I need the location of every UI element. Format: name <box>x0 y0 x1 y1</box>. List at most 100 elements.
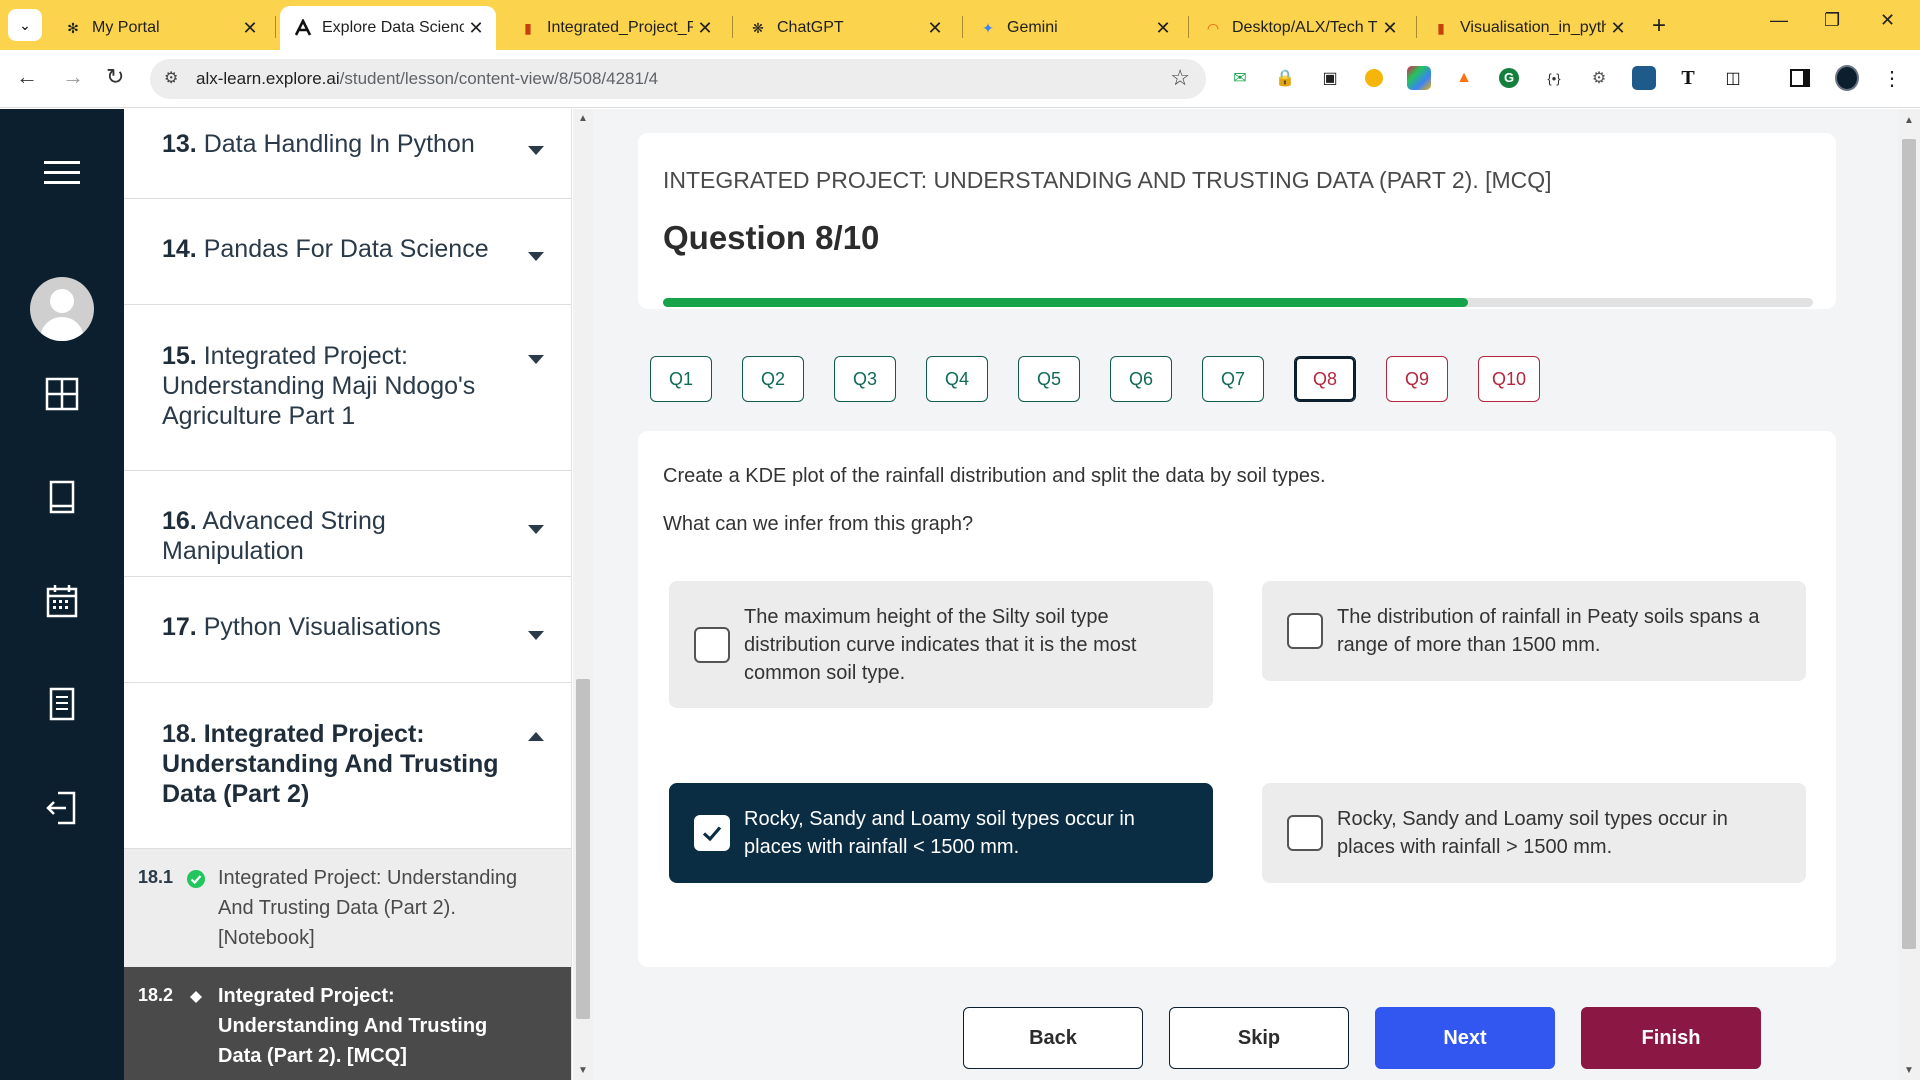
lesson-title: Integrated Project: Understanding And Tr… <box>218 985 488 1067</box>
module-17[interactable]: 17. Python Visualisations <box>124 577 571 683</box>
mail-extension-icon[interactable]: ✉ <box>1228 66 1252 90</box>
lesson-18-2[interactable]: 18.2 Integrated Project: Understanding A… <box>124 967 571 1080</box>
portal-icon: ✻ <box>67 19 79 36</box>
chevron-down-icon[interactable] <box>528 631 544 640</box>
bookmark-star-icon[interactable]: ☆ <box>1170 65 1190 91</box>
close-icon[interactable]: ✕ <box>1606 18 1630 39</box>
bug-extension-icon[interactable]: ⚙ <box>1587 66 1611 90</box>
close-icon[interactable]: ✕ <box>923 18 947 39</box>
reload-icon[interactable]: ↻ <box>106 64 124 90</box>
checkbox-checked[interactable] <box>694 815 730 851</box>
answer-option-2[interactable]: The distribution of rainfall in Peaty so… <box>1262 581 1806 681</box>
answer-option-4[interactable]: Rocky, Sandy and Loamy soil types occur … <box>1262 783 1806 883</box>
calendar-icon[interactable] <box>44 583 80 619</box>
back-button[interactable]: Back <box>963 1007 1143 1069</box>
question-nav-q9[interactable]: Q9 <box>1386 356 1448 402</box>
answer-option-1[interactable]: The maximum height of the Silty soil typ… <box>669 581 1213 708</box>
restore-icon[interactable]: ❐ <box>1824 10 1840 31</box>
module-title: 13. Data Handling In Python <box>162 130 475 158</box>
outline-scrollbar[interactable]: ▲ ▼ <box>573 109 593 1080</box>
question-nav-q5[interactable]: Q5 <box>1018 356 1080 402</box>
module-16[interactable]: 16. Advanced String Manipulation <box>124 471 571 577</box>
puzzle-extensions-icon[interactable]: ◫ <box>1721 66 1745 90</box>
lesson-number: 18.1 <box>138 867 174 887</box>
question-nav-q7[interactable]: Q7 <box>1202 356 1264 402</box>
question-nav-q1[interactable]: Q1 <box>650 356 712 402</box>
fox-extension-icon[interactable]: ▲ <box>1452 66 1476 90</box>
chevron-down-icon[interactable] <box>528 355 544 364</box>
close-icon[interactable]: ✕ <box>238 18 262 39</box>
new-tab-plus-icon[interactable]: + <box>1652 12 1666 40</box>
picture-in-picture-icon[interactable]: ▣ <box>1318 66 1342 90</box>
tab-gemini[interactable]: ✦ Gemini ✕ <box>965 6 1183 50</box>
question-nav-q2[interactable]: Q2 <box>742 356 804 402</box>
scrollbar-thumb[interactable] <box>1902 139 1916 949</box>
scroll-up-arrow-icon[interactable]: ▲ <box>1904 115 1914 126</box>
question-nav-q3[interactable]: Q3 <box>834 356 896 402</box>
module-13[interactable]: 13. Data Handling In Python <box>124 109 571 199</box>
checkbox[interactable] <box>1287 815 1323 851</box>
back-arrow-icon[interactable]: ← <box>16 64 38 90</box>
tab-my-portal[interactable]: ✻ My Portal ✕ <box>50 6 270 50</box>
circle-extension-icon[interactable] <box>1362 66 1386 90</box>
scroll-up-arrow-icon[interactable]: ▲ <box>578 113 588 124</box>
tab-search-button[interactable]: ⌄ <box>8 9 42 41</box>
chevron-down-icon[interactable] <box>528 146 544 155</box>
next-button[interactable]: Next <box>1375 1007 1555 1069</box>
checkbox[interactable] <box>694 627 730 663</box>
question-nav-q4[interactable]: Q4 <box>926 356 988 402</box>
user-avatar[interactable] <box>30 277 94 341</box>
finish-button[interactable]: Finish <box>1581 1007 1761 1069</box>
tab-explore-data-science[interactable]: Explore Data Science ✕ <box>280 6 496 50</box>
scroll-down-arrow-icon[interactable]: ▼ <box>1904 1065 1914 1076</box>
skip-button[interactable]: Skip <box>1169 1007 1349 1069</box>
tab-integrated-project[interactable]: ▮ Integrated_Project_P ✕ <box>505 6 725 50</box>
tab-chatgpt[interactable]: ❋ ChatGPT ✕ <box>735 6 955 50</box>
close-icon[interactable]: ✕ <box>464 18 488 39</box>
page-scrollbar[interactable]: ▲ ▼ <box>1898 109 1920 1080</box>
logout-icon[interactable] <box>44 790 80 826</box>
code-extension-icon[interactable]: {•} <box>1542 66 1566 90</box>
module-14[interactable]: 14. Pandas For Data Science <box>124 199 571 305</box>
window-close-icon[interactable]: ✕ <box>1880 10 1895 31</box>
text-extension-icon[interactable]: T <box>1676 66 1700 90</box>
scroll-down-arrow-icon[interactable]: ▼ <box>578 1065 588 1076</box>
document-icon[interactable] <box>44 686 80 722</box>
question-nav-q10[interactable]: Q10 <box>1478 356 1540 402</box>
lock-extension-icon[interactable]: 🔒 <box>1273 66 1297 90</box>
lesson-18-1[interactable]: 18.1 Integrated Project: Understanding A… <box>124 849 571 967</box>
color-extension-icon[interactable] <box>1407 66 1431 90</box>
book-icon[interactable] <box>44 479 80 515</box>
tab-title: Integrated_Project_P <box>547 19 693 36</box>
tab-jupyter-desktop[interactable]: ◠ Desktop/ALX/Tech Tr ✕ <box>1190 6 1410 50</box>
grammarly-icon[interactable]: G <box>1497 66 1521 90</box>
module-15[interactable]: 15. Integrated Project: Understanding Ma… <box>124 305 571 471</box>
side-panel-icon[interactable] <box>1788 66 1812 90</box>
checkbox[interactable] <box>1287 613 1323 649</box>
square-extension-icon[interactable] <box>1632 66 1656 90</box>
module-title: 17. Python Visualisations <box>162 613 441 641</box>
question-nav-q8[interactable]: Q8 <box>1294 356 1356 402</box>
module-18[interactable]: 18. Integrated Project: Understanding An… <box>124 683 571 849</box>
jupyter-icon: ◠ <box>1206 19 1220 36</box>
dashboard-icon[interactable] <box>44 376 80 412</box>
tab-visualisation[interactable]: ▮ Visualisation_in_pyth ✕ <box>1418 6 1638 50</box>
close-icon[interactable]: ✕ <box>1151 18 1175 39</box>
minimize-icon[interactable]: — <box>1770 10 1788 31</box>
site-info-icon[interactable]: ⚙ <box>164 68 178 88</box>
address-bar[interactable]: ⚙ alx-learn.explore.ai/student/lesson/co… <box>150 59 1206 99</box>
forward-arrow-icon[interactable]: → <box>62 64 84 90</box>
chevron-down-icon[interactable] <box>528 525 544 534</box>
answer-option-3[interactable]: Rocky, Sandy and Loamy soil types occur … <box>669 783 1213 883</box>
module-title: 15. Integrated Project: Understanding Ma… <box>162 342 476 430</box>
scrollbar-thumb[interactable] <box>576 679 590 1019</box>
close-icon[interactable]: ✕ <box>693 18 717 39</box>
hamburger-menu-icon[interactable] <box>44 155 80 191</box>
chevron-down-icon[interactable] <box>528 252 544 261</box>
option-text: Rocky, Sandy and Loamy soil types occur … <box>1337 808 1728 858</box>
chevron-up-icon[interactable] <box>528 732 544 741</box>
kebab-menu-icon[interactable]: ⋮ <box>1880 66 1904 90</box>
profile-avatar-icon[interactable] <box>1835 65 1859 91</box>
close-icon[interactable]: ✕ <box>1378 18 1402 39</box>
question-nav-q6[interactable]: Q6 <box>1110 356 1172 402</box>
